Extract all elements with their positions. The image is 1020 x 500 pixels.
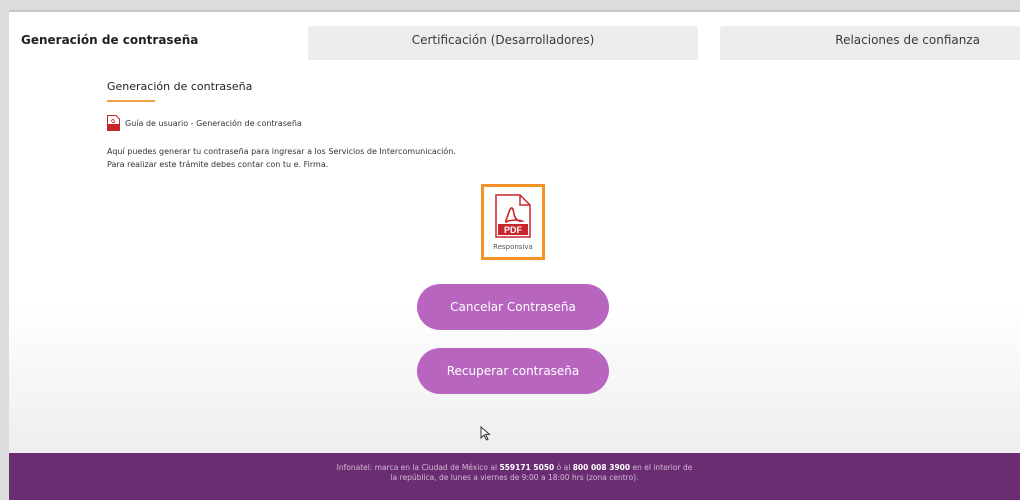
responsiva-label: Responsiva — [493, 243, 533, 251]
tab-bar: Generación de contraseña Certificación (… — [9, 26, 1020, 62]
tab-generacion-contrasena[interactable]: Generación de contraseña — [9, 26, 284, 62]
footer-text: Infonatel: marca en la Ciudad de México … — [336, 463, 693, 482]
description-line-1: Aquí puedes generar tu contraseña para i… — [107, 147, 456, 156]
svg-text:PDF: PDF — [504, 225, 523, 235]
tab-relaciones-confianza[interactable]: Relaciones de confianza — [720, 26, 1020, 62]
footer: Infonatel: marca en la Ciudad de México … — [9, 453, 1020, 500]
pdf-icon: PDF — [495, 194, 531, 238]
mouse-cursor-icon — [480, 426, 491, 441]
tab-certificacion[interactable]: Certificación (Desarrolladores) — [308, 26, 698, 62]
pdf-icon — [107, 115, 120, 131]
recover-password-button[interactable]: Recuperar contraseña — [417, 348, 609, 394]
responsiva-pdf-link[interactable]: PDF Responsiva — [481, 184, 545, 260]
user-guide-link[interactable]: Guía de usuario - Generación de contrase… — [107, 114, 302, 132]
description-line-2: Para realizar este trámite debes contar … — [107, 160, 329, 169]
section-title: Generación de contraseña — [107, 80, 253, 93]
footer-phone-national: 800 008 3900 — [572, 463, 631, 472]
user-guide-label: Guía de usuario - Generación de contrase… — [125, 118, 302, 128]
top-divider — [9, 10, 1020, 12]
footer-phone-cdmx: 559171 5050 — [499, 463, 555, 472]
cancel-password-button[interactable]: Cancelar Contraseña — [417, 284, 609, 330]
section-underline — [107, 100, 155, 102]
description: Aquí puedes generar tu contraseña para i… — [107, 145, 456, 171]
page-frame: Generación de contraseña Certificación (… — [9, 10, 1020, 500]
